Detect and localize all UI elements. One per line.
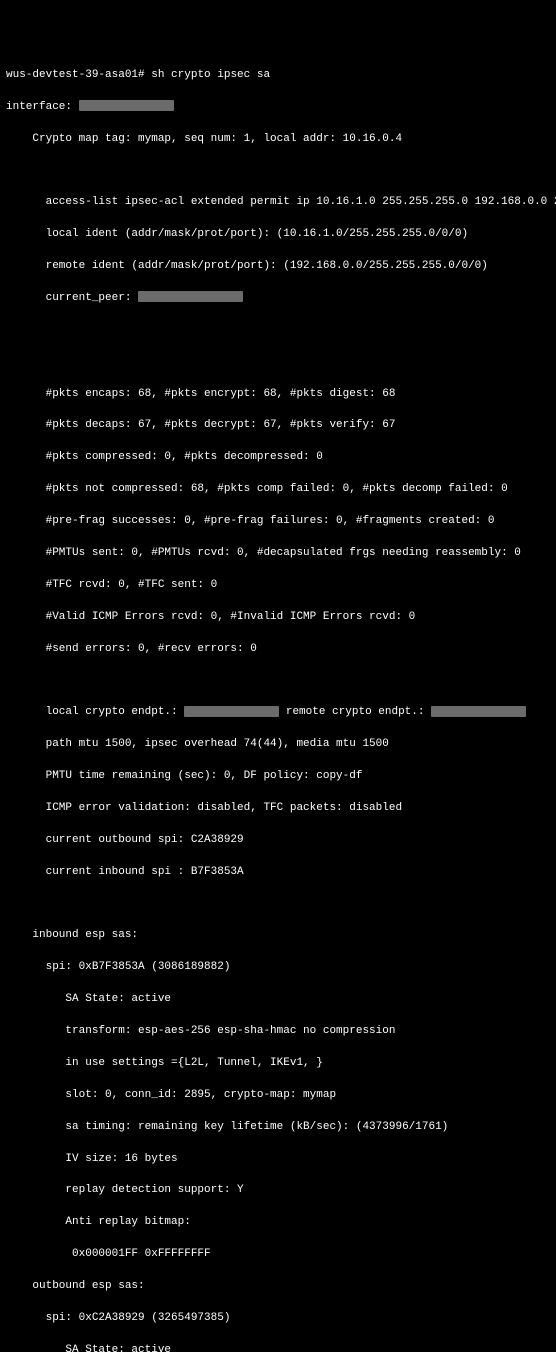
inbound-transform: transform: esp-aes-256 esp-sha-hmac no c…: [6, 1024, 550, 1040]
outbound-spi-line: current outbound spi: C2A38929: [6, 833, 550, 849]
crypto-endpt-line: local crypto endpt.: remote crypto endpt…: [6, 705, 550, 721]
inbound-spi-line: current inbound spi : B7F3853A: [6, 865, 550, 881]
redacted-local-endpt: [184, 706, 279, 717]
path-mtu-line: path mtu 1500, ipsec overhead 74(44), me…: [6, 737, 550, 753]
pkts-not-compressed-line: #pkts not compressed: 68, #pkts comp fai…: [6, 482, 550, 498]
pmtu-time-line: PMTU time remaining (sec): 0, DF policy:…: [6, 769, 550, 785]
blank: [6, 323, 550, 339]
outbound-spi: spi: 0xC2A38929 (3265497385): [6, 1311, 550, 1327]
inbound-bitmap: 0x000001FF 0xFFFFFFFF: [6, 1247, 550, 1263]
pkts-decaps-line: #pkts decaps: 67, #pkts decrypt: 67, #pk…: [6, 418, 550, 434]
inbound-replay: replay detection support: Y: [6, 1183, 550, 1199]
blank: [6, 163, 550, 179]
command: sh crypto ipsec sa: [151, 69, 270, 81]
current-peer-line: current_peer:: [6, 291, 550, 307]
inbound-spi: spi: 0xB7F3853A (3086189882): [6, 960, 550, 976]
redacted-remote-endpt: [431, 706, 526, 717]
pkts-encaps-line: #pkts encaps: 68, #pkts encrypt: 68, #pk…: [6, 387, 550, 403]
redacted-interface: [79, 100, 174, 111]
inbound-state: SA State: active: [6, 992, 550, 1008]
tfc-line: #TFC rcvd: 0, #TFC sent: 0: [6, 578, 550, 594]
pre-frag-line: #pre-frag successes: 0, #pre-frag failur…: [6, 514, 550, 530]
outbound-header: outbound esp sas:: [6, 1279, 550, 1295]
inbound-slot: slot: 0, conn_id: 2895, crypto-map: myma…: [6, 1088, 550, 1104]
access-list-line: access-list ipsec-acl extended permit ip…: [6, 195, 550, 211]
hostname: wus-devtest-39-asa01#: [6, 69, 145, 81]
send-errors-line: #send errors: 0, #recv errors: 0: [6, 642, 550, 658]
inbound-in-use: in use settings ={L2L, Tunnel, IKEv1, }: [6, 1056, 550, 1072]
inbound-sa-timing: sa timing: remaining key lifetime (kB/se…: [6, 1120, 550, 1136]
blank: [6, 355, 550, 371]
remote-ident-line: remote ident (addr/mask/prot/port): (192…: [6, 259, 550, 275]
pmtus-line: #PMTUs sent: 0, #PMTUs rcvd: 0, #decapsu…: [6, 546, 550, 562]
pkts-compressed-line: #pkts compressed: 0, #pkts decompressed:…: [6, 450, 550, 466]
local-endpt-label: local crypto endpt.:: [6, 706, 178, 718]
icmp-err-line: ICMP error validation: disabled, TFC pac…: [6, 801, 550, 817]
inbound-iv-size: IV size: 16 bytes: [6, 1152, 550, 1168]
outbound-state: SA State: active: [6, 1343, 550, 1352]
crypto-map-line: Crypto map tag: mymap, seq num: 1, local…: [6, 132, 550, 148]
prompt-line: wus-devtest-39-asa01# sh crypto ipsec sa: [6, 68, 550, 84]
remote-endpt-label: remote crypto endpt.:: [279, 706, 424, 718]
interface-line: interface:: [6, 100, 550, 116]
inbound-header: inbound esp sas:: [6, 928, 550, 944]
blank: [6, 897, 550, 913]
interface-label: interface:: [6, 101, 72, 113]
current-peer-label: current_peer:: [6, 292, 131, 304]
inbound-anti-replay: Anti replay bitmap:: [6, 1215, 550, 1231]
icmp-valid-line: #Valid ICMP Errors rcvd: 0, #Invalid ICM…: [6, 610, 550, 626]
local-ident-line: local ident (addr/mask/prot/port): (10.1…: [6, 227, 550, 243]
redacted-peer: [138, 291, 243, 302]
